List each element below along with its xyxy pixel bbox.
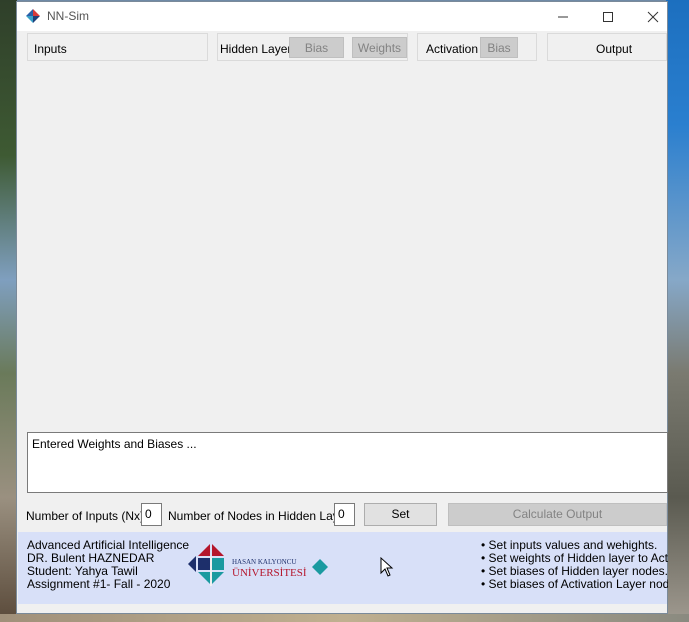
num-nodes-field[interactable]: 0 xyxy=(334,503,355,526)
hint-line: • Set biases of Activation Layer nodes. xyxy=(481,577,668,591)
activation-panel: Activation Bias xyxy=(417,33,537,61)
hint-line: • Set weights of Hidden layer to Activat xyxy=(481,551,668,565)
minimize-icon xyxy=(558,16,568,18)
window-title: NN-Sim xyxy=(47,9,89,23)
maximize-icon xyxy=(603,12,613,23)
inputs-label: Inputs xyxy=(34,42,67,56)
log-text: Entered Weights and Biases ... xyxy=(32,437,197,451)
num-inputs-label: Number of Inputs (Nx) xyxy=(26,509,145,523)
activation-label: Activation xyxy=(426,42,479,56)
university-logo-mark: HASAN KALYONCU ÜNİVERSİTESİ xyxy=(188,544,328,586)
hidden-weights-button[interactable]: Weights xyxy=(352,37,407,58)
logo-bottom-text: ÜNİVERSİTESİ xyxy=(232,567,307,579)
hint-line: • Set inputs values and wehights. xyxy=(481,538,658,552)
instructor-name: DR. Bulent HAZNEDAR xyxy=(27,551,155,565)
university-logo: HASAN KALYONCU ÜNİVERSİTESİ xyxy=(188,542,330,597)
close-icon xyxy=(647,11,659,23)
output-panel: Output xyxy=(547,33,667,61)
num-nodes-label: Number of Nodes in Hidden Layer xyxy=(168,509,350,523)
inputs-panel: Inputs xyxy=(27,33,208,61)
app-icon xyxy=(26,9,40,23)
logo-top-text: HASAN KALYONCU xyxy=(232,558,296,566)
desktop-background-left xyxy=(0,0,17,622)
title-bar[interactable]: NN-Sim xyxy=(17,2,667,31)
output-label: Output xyxy=(596,42,633,56)
maximize-button[interactable] xyxy=(585,2,631,31)
mouse-cursor-icon xyxy=(380,557,394,577)
desktop-background-bottom xyxy=(0,614,689,622)
app-window: NN-Sim Inputs Hidden Layer Bias Weights … xyxy=(16,1,668,614)
hidden-bias-button[interactable]: Bias xyxy=(289,37,344,58)
assignment-name: Assignment #1- Fall - 2020 xyxy=(27,577,171,591)
desktop-background-right xyxy=(666,0,689,622)
calculate-output-button[interactable]: Calculate Output xyxy=(448,503,667,526)
hint-line: • Set biases of Hidden layer nodes. xyxy=(481,564,668,578)
hidden-layer-label: Hidden Layer xyxy=(220,42,292,56)
course-name: Advanced Artificial Intelligence xyxy=(27,538,190,552)
close-button[interactable] xyxy=(630,2,676,31)
hidden-layer-panel: Hidden Layer Bias Weights xyxy=(217,33,408,61)
minimize-button[interactable] xyxy=(540,2,586,31)
activation-bias-button[interactable]: Bias xyxy=(480,37,518,58)
weights-biases-log[interactable]: Entered Weights and Biases ... xyxy=(27,432,668,493)
set-button[interactable]: Set xyxy=(364,503,437,526)
student-name: Student: Yahya Tawil xyxy=(27,564,138,578)
footer-panel: Advanced Artificial Intelligence DR. Bul… xyxy=(18,532,668,604)
num-inputs-field[interactable]: 0 xyxy=(141,503,162,526)
